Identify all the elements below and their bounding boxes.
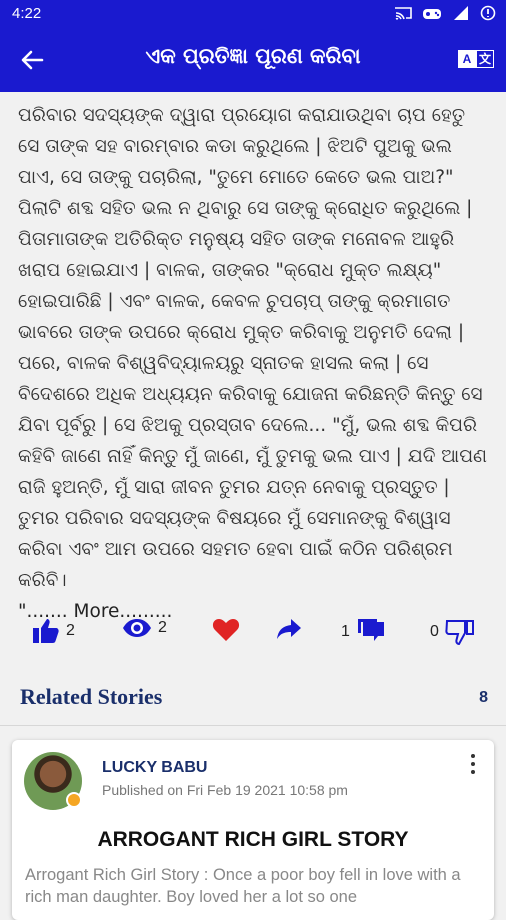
share-button[interactable]: [276, 618, 302, 640]
story-title[interactable]: ARROGANT RICH GIRL STORY: [12, 828, 494, 852]
arrow-left-icon: [21, 50, 44, 70]
story-body: ପରିବାର ସଦସ୍ୟଙ୍କ ଦ୍ୱାରା ପ୍ରୟୋଗ କରାଯାଉଥିବା…: [18, 100, 492, 627]
share-icon: [277, 619, 301, 639]
related-stories-heading: Related Stories: [20, 684, 163, 709]
translate-icon: A: [458, 50, 476, 68]
story-text: ପରିବାର ସଦସ୍ୟଙ୍କ ଦ୍ୱାରା ପ୍ରୟୋଗ କରାଯାଉଥିବା…: [18, 105, 488, 591]
comments-button[interactable]: 1: [341, 618, 386, 646]
status-bar: 4:22: [0, 0, 506, 28]
translate-icon-secondary: 文: [476, 50, 494, 68]
game-icon: [422, 5, 442, 25]
app-bar: ଏକ ପ୍ରତିଜ୍ଞା ପୂରଣ କରିବା A 文: [0, 28, 506, 92]
related-story-card[interactable]: LUCKY BABU Published on Fri Feb 19 2021 …: [12, 740, 494, 920]
like-button[interactable]: 2: [32, 618, 75, 644]
divider: [0, 725, 506, 726]
avatar[interactable]: [24, 752, 82, 810]
dislike-count: 0: [430, 623, 439, 640]
back-button[interactable]: [16, 44, 48, 76]
battery-icon: [480, 5, 496, 25]
published-date: Published on Fri Feb 19 2021 10:58 pm: [102, 782, 348, 798]
comment-icon: [357, 619, 384, 641]
thumbs-down-icon: [445, 620, 474, 646]
eye-icon: [123, 619, 151, 637]
status-icons: [394, 5, 496, 25]
status-time: 4:22: [12, 5, 42, 22]
story-excerpt: Arrogant Rich Girl Story : Once a poor b…: [25, 866, 461, 906]
translate-button[interactable]: A 文: [458, 50, 494, 68]
like-count: 2: [66, 622, 75, 639]
dislike-button[interactable]: 0: [430, 618, 475, 646]
comment-count: 1: [341, 623, 350, 640]
page-title: ଏକ ପ୍ରତିଜ୍ଞା ପୂରଣ କରିବା: [145, 44, 361, 68]
action-bar: 2 2 1 0: [0, 618, 506, 658]
favorite-button[interactable]: [212, 618, 240, 642]
author-name[interactable]: LUCKY BABU: [102, 759, 207, 777]
cast-icon: [394, 5, 412, 25]
signal-icon: [452, 5, 470, 25]
view-count: 2: [158, 619, 167, 636]
views-indicator: 2: [122, 618, 167, 638]
related-stories-count: 8: [479, 689, 488, 706]
heart-icon: [212, 619, 240, 641]
more-options-icon[interactable]: [470, 754, 476, 776]
online-status-dot: [66, 792, 82, 808]
thumbs-up-icon: [33, 619, 59, 643]
